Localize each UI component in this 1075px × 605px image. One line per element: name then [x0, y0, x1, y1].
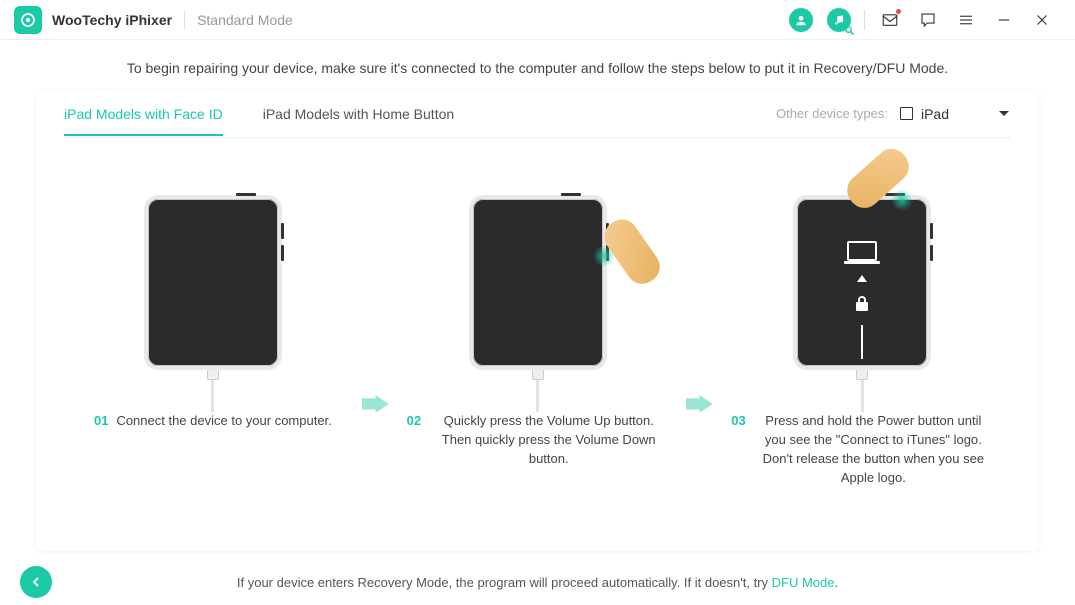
arrow-right-icon — [686, 395, 713, 413]
step-number: 02 — [407, 412, 421, 469]
main-panel: iPad Models with Face ID iPad Models wit… — [36, 90, 1039, 551]
step-description: Quickly press the Volume Up button. Then… — [429, 412, 668, 469]
device-type-value: iPad — [921, 106, 949, 122]
step-number: 03 — [731, 412, 745, 487]
cable-icon — [855, 368, 869, 412]
tab-row: iPad Models with Face ID iPad Models wit… — [64, 90, 1011, 138]
music-search-icon[interactable] — [826, 7, 852, 33]
cable-icon — [531, 368, 545, 412]
minimize-button[interactable] — [991, 7, 1017, 33]
ipad-illustration — [469, 195, 607, 370]
titlebar: WooTechy iPhixer Standard Mode — [0, 0, 1075, 40]
notification-dot — [896, 9, 901, 14]
device-type-select[interactable]: iPad — [898, 102, 1011, 126]
menu-icon[interactable] — [953, 7, 979, 33]
account-icon[interactable] — [788, 7, 814, 33]
step-1: 01 Connect the device to your computer. — [74, 182, 352, 431]
ipad-illustration — [144, 195, 282, 370]
tab-homebutton[interactable]: iPad Models with Home Button — [263, 92, 454, 136]
steps-container: 01 Connect the device to your computer. — [64, 138, 1011, 531]
mail-icon[interactable] — [877, 7, 903, 33]
app-logo — [14, 6, 42, 34]
device-type-label: Other device types: — [776, 106, 888, 121]
cable-icon — [206, 368, 220, 412]
connect-to-itunes-icon — [847, 241, 877, 359]
titlebar-divider — [184, 11, 185, 29]
step-description: Press and hold the Power button until yo… — [754, 412, 993, 487]
close-button[interactable] — [1029, 7, 1055, 33]
step-3: 03 Press and hold the Power button until… — [723, 182, 1001, 487]
feedback-icon[interactable] — [915, 7, 941, 33]
step-number: 01 — [94, 412, 108, 431]
tab-faceid[interactable]: iPad Models with Face ID — [64, 92, 223, 136]
mode-label: Standard Mode — [197, 12, 293, 28]
footer: If your device enters Recovery Mode, the… — [0, 559, 1075, 605]
back-button[interactable] — [20, 566, 52, 598]
footer-text: If your device enters Recovery Mode, the… — [20, 575, 1055, 590]
instruction-text: To begin repairing your device, make sur… — [36, 52, 1039, 90]
app-title: WooTechy iPhixer — [52, 12, 172, 28]
arrow-right-icon — [362, 395, 389, 413]
titlebar-divider-2 — [864, 10, 865, 30]
checkbox-icon — [900, 107, 913, 120]
chevron-down-icon — [999, 111, 1009, 117]
dfu-mode-link[interactable]: DFU Mode — [772, 575, 835, 590]
ipad-illustration — [793, 195, 931, 370]
step-description: Connect the device to your computer. — [116, 412, 331, 431]
press-glow-icon — [891, 189, 913, 211]
step-2: 02 Quickly press the Volume Up button. T… — [399, 182, 677, 469]
